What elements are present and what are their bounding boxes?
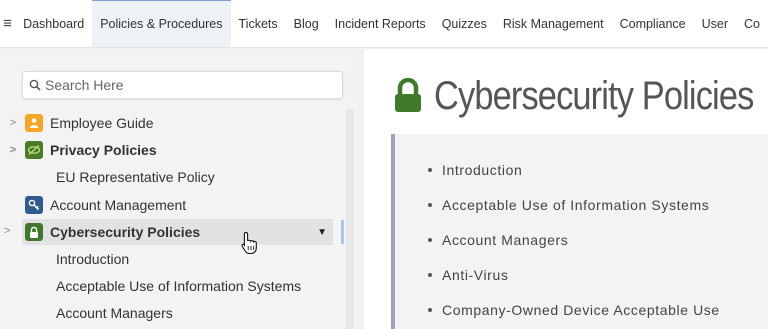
tree-item-cybersecurity-policies[interactable]: Cybersecurity Policies ▼ [22,219,333,245]
tree-item-account-management[interactable]: Account Management [0,192,340,218]
key-icon [25,196,43,214]
search-box [22,71,343,99]
toc-item-label: Anti-Virus [442,266,509,283]
toc-item-company-owned-device[interactable]: Company-Owned Device Acceptable Use [395,292,768,327]
tree-subitem-account-managers[interactable]: Account Managers [56,300,173,326]
expand-chevron-icon[interactable]: > [4,225,18,237]
tree-item-employee-guide[interactable]: > Employee Guide [0,110,340,136]
lock-icon [395,78,421,112]
expand-chevron-icon[interactable]: > [0,144,22,156]
person-icon [25,114,43,132]
nav-user[interactable]: User [694,0,736,47]
toc-item-anti-virus[interactable]: Anti-Virus [395,257,768,292]
nav-blog[interactable]: Blog [286,0,327,47]
toc-item-label: Company-Owned Device Acceptable Use [442,301,720,318]
search-icon [29,79,41,91]
nav-overflow-item[interactable]: Co [736,0,768,47]
hand-cursor-icon [241,231,257,255]
search-input[interactable] [45,77,325,93]
toc-item-label: Account Managers [442,231,569,248]
tree-item-label: Account Management [50,197,187,213]
tree-subitem-eu-representative-policy[interactable]: EU Representative Policy [56,164,215,190]
page-title: Cybersecurity Policies [434,73,754,118]
page-header: Cybersecurity Policies [392,66,768,126]
nav-dashboard[interactable]: Dashboard [15,0,92,47]
tree-item-privacy-policies[interactable]: > Privacy Policies [0,137,340,163]
top-navigation: ≡ Dashboard Policies & Procedures Ticket… [0,0,768,48]
lock-icon [25,223,43,241]
tree-subitem-acceptable-use[interactable]: Acceptable Use of Information Systems [56,273,301,299]
tree-subitem-introduction[interactable]: Introduction [56,246,129,272]
nav-policies-procedures[interactable]: Policies & Procedures [92,0,231,47]
nav-risk-management[interactable]: Risk Management [495,0,612,47]
tree-item-label: Employee Guide [50,115,154,131]
toc-item-label: Acceptable Use of Information Systems [442,196,710,213]
tree-item-label: Privacy Policies [50,142,157,158]
tree-item-label: Cybersecurity Policies [50,224,201,240]
table-of-contents: Introduction Acceptable Use of Informati… [391,134,768,329]
caret-down-icon[interactable]: ▼ [317,227,327,238]
nav-compliance[interactable]: Compliance [612,0,694,47]
toc-item-introduction[interactable]: Introduction [395,152,768,187]
sidebar-scrollbar[interactable] [346,109,354,329]
scroll-thumb[interactable] [341,220,344,244]
sidebar: > Employee Guide > Privacy Policies EU R… [0,49,355,329]
toc-item-account-managers[interactable]: Account Managers [395,222,768,257]
nav-incident-reports[interactable]: Incident Reports [327,0,434,47]
hamburger-menu-icon[interactable]: ≡ [0,0,15,47]
nav-quizzes[interactable]: Quizzes [434,0,495,47]
nav-tickets[interactable]: Tickets [231,0,286,47]
expand-chevron-icon[interactable]: > [0,117,22,129]
toc-item-acceptable-use[interactable]: Acceptable Use of Information Systems [395,187,768,222]
eye-off-icon [25,141,43,159]
toc-item-label: Introduction [442,161,523,178]
